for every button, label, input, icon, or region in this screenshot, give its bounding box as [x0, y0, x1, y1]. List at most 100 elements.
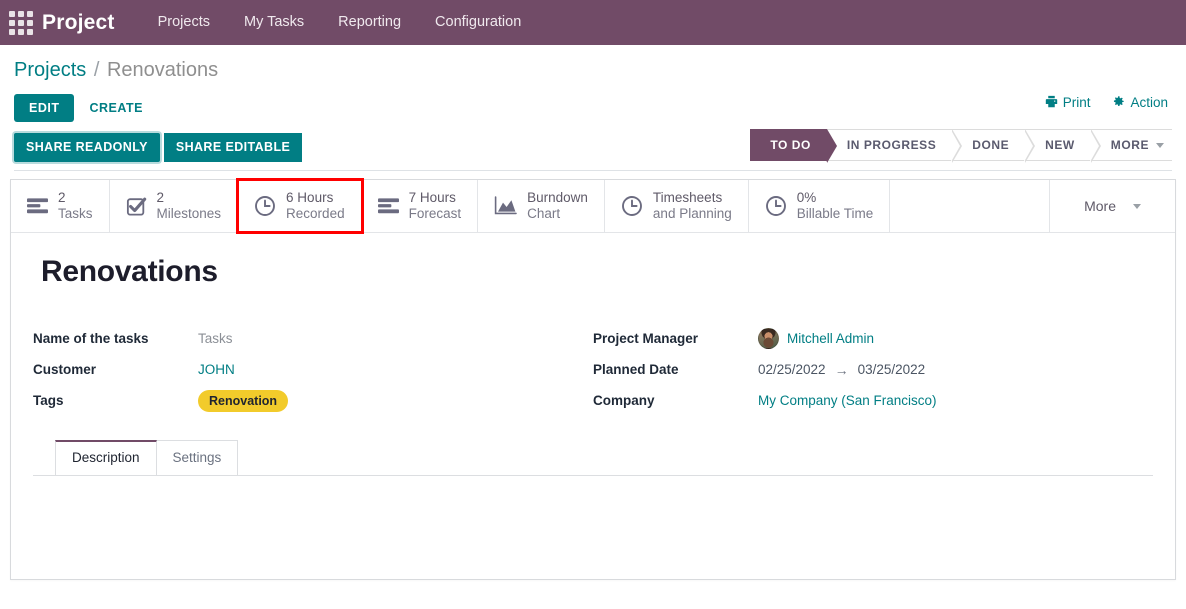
stage-more[interactable]: MORE — [1090, 129, 1172, 161]
area-chart-icon — [494, 196, 517, 216]
notebook-tabs: Description Settings — [55, 440, 1153, 476]
field-value[interactable]: My Company (San Francisco) — [758, 393, 937, 408]
stat-text: 7 Hours Forecast — [409, 190, 462, 222]
field-label: Planned Date — [593, 362, 679, 377]
form-columns: Name of the tasks Tasks Customer JOHN Ta… — [33, 323, 1153, 416]
field-name-of-the-tasks: Name of the tasks Tasks — [33, 323, 593, 354]
field-value[interactable]: JOHN — [198, 362, 235, 377]
stat-value: Burndown — [527, 190, 588, 206]
stage-done[interactable]: DONE — [952, 129, 1035, 163]
arrow-right-icon: → — [834, 361, 849, 378]
tab-description[interactable]: Description — [55, 440, 157, 476]
sheet-wrapper: 2 Tasks 2 Milestones 6 Hours Recorded 7 … — [0, 171, 1186, 581]
stat-value: 7 Hours — [408, 190, 456, 206]
stat-text: 6 Hours Recorded — [286, 190, 345, 222]
action-button-row: EDIT CREATE Print Action — [14, 91, 1172, 125]
stat-button-milestones[interactable]: 2 Milestones — [109, 180, 239, 232]
clock-icon — [765, 195, 787, 217]
field-label: Name of the tasks — [33, 331, 149, 346]
nav-item-reporting[interactable]: Reporting — [321, 0, 418, 45]
nav-item-my-tasks[interactable]: My Tasks — [227, 0, 321, 45]
control-panel: Projects / Renovations EDIT CREATE Print… — [0, 45, 1186, 171]
list-bars-icon — [27, 197, 48, 215]
project-manager-name: Mitchell Admin — [787, 331, 875, 346]
chevron-down-icon — [1133, 203, 1141, 209]
record-form: Renovations Name of the tasks Tasks Cust… — [11, 233, 1175, 580]
field-project-manager: Project Manager Mitchell Admin — [593, 323, 1153, 354]
share-readonly-button[interactable]: SHARE READONLY — [14, 133, 160, 162]
stat-label: Chart — [527, 206, 561, 221]
stat-button-hours-forecast[interactable]: 7 Hours Forecast — [361, 180, 479, 232]
breadcrumb-row: Projects / Renovations — [14, 45, 1172, 82]
stat-button-hours-recorded[interactable]: 6 Hours Recorded — [236, 178, 364, 234]
stat-value: Timesheets — [652, 190, 723, 206]
stat-label: Recorded — [286, 206, 345, 221]
page-title: Renovations — [41, 255, 218, 288]
notebook: Description Settings — [33, 440, 1153, 580]
stat-more-label: More — [1084, 198, 1116, 214]
print-button[interactable]: Print — [1045, 95, 1091, 110]
stage-more-label: MORE — [1110, 138, 1149, 152]
breadcrumb-current: Renovations — [106, 59, 219, 81]
form-column-right: Project Manager Mitchell Admin Planned D… — [593, 323, 1153, 416]
edit-button[interactable]: EDIT — [14, 93, 75, 123]
stat-button-burndown-chart[interactable]: Burndown Chart — [478, 180, 605, 232]
print-label: Print — [1062, 95, 1091, 110]
field-label: Customer — [33, 362, 97, 377]
planned-date-start: 02/25/2022 — [758, 362, 826, 377]
nav-item-configuration[interactable]: Configuration — [418, 0, 538, 45]
stage-to-do[interactable]: TO DO — [750, 129, 837, 163]
stat-label: Billable Time — [796, 206, 874, 221]
clock-icon — [254, 195, 276, 217]
tab-panel-description[interactable] — [33, 475, 1153, 580]
check-square-icon — [126, 196, 147, 216]
field-company: Company My Company (San Francisco) — [593, 385, 1153, 416]
field-label: Company — [593, 393, 655, 408]
stat-label: and Planning — [652, 206, 732, 221]
breadcrumb-separator: / — [93, 59, 100, 81]
field-label: Project Manager — [593, 331, 699, 346]
stat-label: Forecast — [408, 206, 462, 221]
stat-text: Timesheets and Planning — [653, 190, 732, 222]
field-value[interactable]: 02/25/2022 → 03/25/2022 — [758, 362, 925, 378]
nav-item-projects[interactable]: Projects — [141, 0, 227, 45]
share-editable-button[interactable]: SHARE EDITABLE — [163, 133, 303, 162]
field-tags: Tags Renovation — [33, 385, 593, 416]
stage-in-progress[interactable]: IN PROGRESS — [826, 129, 963, 163]
tab-settings[interactable]: Settings — [155, 440, 239, 476]
stat-value: 0% — [796, 190, 817, 206]
create-button[interactable]: CREATE — [74, 94, 157, 123]
breadcrumb: Projects / Renovations — [14, 59, 1172, 82]
stat-value: 6 Hours — [286, 190, 334, 206]
stat-buttons-strip: 2 Tasks 2 Milestones 6 Hours Recorded 7 … — [11, 178, 1175, 234]
stat-button-billable-time[interactable]: 0% Billable Time — [748, 180, 891, 232]
app-brand-title[interactable]: Project — [42, 11, 115, 35]
stat-button-tasks[interactable]: 2 Tasks — [11, 180, 110, 232]
field-value: Renovation — [198, 389, 289, 412]
stat-label: Milestones — [156, 206, 222, 221]
stat-button-more[interactable]: More — [1049, 180, 1175, 232]
chevron-down-icon — [1156, 142, 1164, 148]
clock-icon — [621, 195, 643, 217]
field-customer: Customer JOHN — [33, 354, 593, 385]
stat-text: 2 Tasks — [58, 190, 93, 222]
share-and-status-row: SHARE READONLY SHARE EDITABLE TO DO IN P… — [14, 125, 1172, 171]
stat-value: 2 — [58, 190, 66, 206]
record-sheet: 2 Tasks 2 Milestones 6 Hours Recorded 7 … — [10, 178, 1176, 581]
field-label: Tags — [33, 393, 64, 408]
apps-grid-icon[interactable] — [8, 10, 34, 36]
action-menu-button[interactable]: Action — [1112, 95, 1168, 110]
action-label: Action — [1130, 95, 1168, 110]
tag-badge-renovation[interactable]: Renovation — [198, 389, 289, 412]
breadcrumb-link-projects[interactable]: Projects — [14, 59, 86, 81]
field-value[interactable]: Mitchell Admin — [758, 328, 874, 349]
list-bars-icon — [377, 197, 399, 215]
field-value[interactable]: Tasks — [198, 331, 233, 346]
field-planned-date: Planned Date 02/25/2022 → 03/25/2022 — [593, 354, 1153, 385]
stage-statusbar: TO DO IN PROGRESS DONE NEW MORE — [750, 129, 1172, 163]
stat-button-timesheets-and-planning[interactable]: Timesheets and Planning — [604, 180, 749, 232]
stat-label: Tasks — [58, 206, 93, 221]
share-button-group: SHARE READONLY SHARE EDITABLE — [14, 133, 303, 162]
avatar — [758, 328, 779, 349]
stat-value: 2 — [156, 190, 165, 206]
